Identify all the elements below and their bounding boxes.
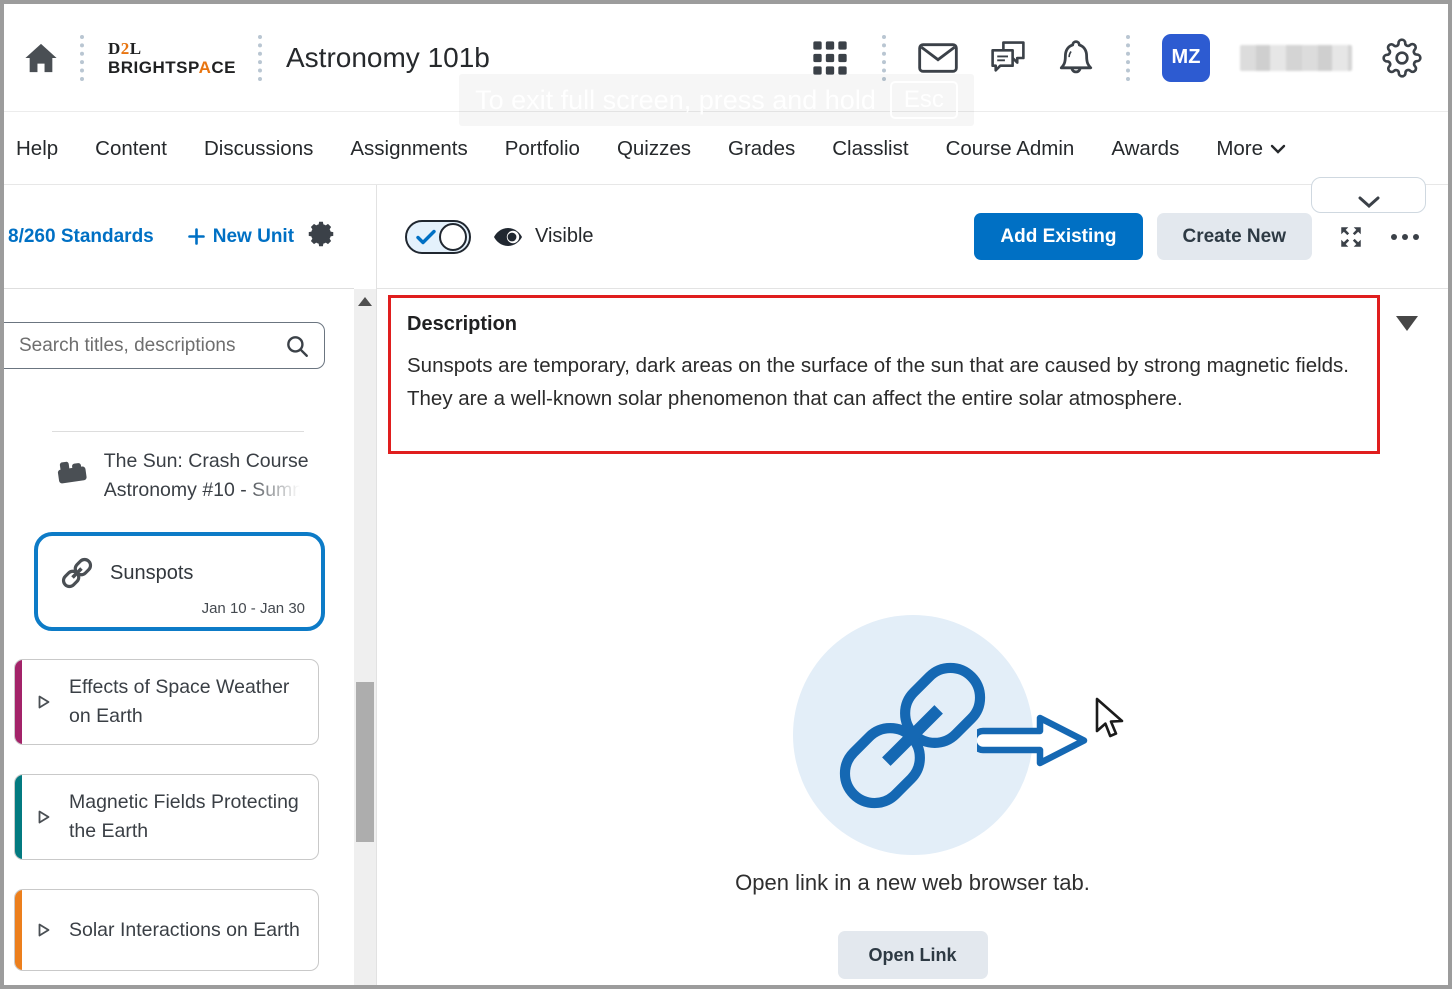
- sunspots-date-range: Jan 10 - Jan 30: [202, 600, 305, 617]
- content-toolbar: Visible Add Existing Create New: [377, 185, 1448, 289]
- chevron-down-icon: [1270, 144, 1286, 154]
- unit-card-effects-of-space-weather[interactable]: Effects of Space Weather on Earth: [14, 659, 319, 745]
- add-existing-button[interactable]: Add Existing: [974, 213, 1142, 260]
- units-sidebar: 8/260 Standards New Unit: [4, 185, 354, 985]
- header-divider: [80, 35, 84, 81]
- nav-course-admin[interactable]: Course Admin: [946, 137, 1075, 161]
- course-title: Astronomy 101b: [286, 42, 490, 74]
- toggle-knob[interactable]: [439, 223, 467, 251]
- header-divider: [1126, 35, 1130, 81]
- mouse-cursor: [1095, 697, 1129, 741]
- unit-title: Magnetic Fields Protecting the Earth: [69, 788, 308, 846]
- open-link-button[interactable]: Open Link: [838, 931, 988, 979]
- logo-l: L: [130, 39, 142, 58]
- chevron-down-icon: [1358, 196, 1380, 208]
- link-illustration: [377, 615, 1448, 855]
- esc-key-badge: Esc: [890, 81, 958, 119]
- unit-accent-bar: [15, 775, 22, 859]
- unit-accent-bar: [15, 660, 22, 744]
- eye-icon: [493, 227, 523, 247]
- plus-icon: [188, 228, 205, 245]
- unit-card-magnetic-fields[interactable]: Magnetic Fields Protecting the Earth: [14, 774, 319, 860]
- sidebar-item-sunspots-selected[interactable]: Sunspots Jan 10 - Jan 30: [34, 532, 325, 631]
- search-input[interactable]: [19, 335, 284, 357]
- nav-quizzes[interactable]: Quizzes: [617, 137, 691, 161]
- sidebar-gear-icon[interactable]: [306, 219, 336, 254]
- check-icon: [416, 229, 436, 245]
- scrollbar-thumb[interactable]: [356, 682, 374, 842]
- sunspots-title: Sunspots: [110, 562, 193, 585]
- header-divider: [258, 35, 262, 81]
- logo-ce: CE: [211, 58, 236, 77]
- unit-title: Effects of Space Weather on Earth: [69, 673, 308, 731]
- sidebar-header: 8/260 Standards New Unit: [4, 185, 354, 289]
- collapse-panel-button[interactable]: [1311, 177, 1426, 213]
- waffle-grid-icon[interactable]: [810, 38, 850, 78]
- logo-brightsp: BRIGHTSP: [108, 58, 199, 77]
- content-panel: Visible Add Existing Create New: [376, 185, 1448, 985]
- nav-help[interactable]: Help: [16, 137, 58, 161]
- unit-accent-bar: [15, 890, 22, 970]
- description-collapse-triangle[interactable]: [1396, 316, 1418, 331]
- scroll-up-arrow[interactable]: [358, 297, 372, 306]
- sidebar-search: [0, 322, 325, 369]
- sidebar-divider: [52, 431, 304, 432]
- unit-card-solar-interactions[interactable]: Solar Interactions on Earth: [14, 889, 319, 971]
- open-link-caption: Open link in a new web browser tab.: [377, 870, 1448, 896]
- logo-d: D: [108, 39, 121, 58]
- visibility-toggle[interactable]: [405, 220, 471, 254]
- more-options-icon[interactable]: [1390, 233, 1420, 241]
- fullscreen-expand-icon[interactable]: [1338, 224, 1364, 250]
- search-icon[interactable]: [284, 333, 310, 359]
- brightspace-logo[interactable]: D2L BRIGHTSPACE: [108, 40, 236, 76]
- nav-awards[interactable]: Awards: [1111, 137, 1179, 161]
- email-icon[interactable]: [918, 43, 958, 73]
- standards-link[interactable]: 8/260 Standards: [8, 226, 154, 248]
- nav-discussions[interactable]: Discussions: [204, 137, 313, 161]
- expand-triangle-icon[interactable]: [37, 809, 51, 825]
- link-icon: [58, 554, 96, 592]
- gear-icon[interactable]: [1382, 38, 1422, 78]
- toast-text: To exit full screen, press and hold: [475, 85, 876, 116]
- nav-assignments[interactable]: Assignments: [350, 137, 467, 161]
- avatar[interactable]: MZ: [1162, 34, 1210, 82]
- description-title: Description: [407, 313, 1361, 336]
- nav-classlist[interactable]: Classlist: [832, 137, 908, 161]
- lesson-item[interactable]: The Sun: Crash Course Astronomy #10 - Su…: [54, 447, 314, 505]
- chat-icon[interactable]: [988, 39, 1028, 77]
- description-body: Sunspots are temporary, dark areas on th…: [407, 349, 1361, 415]
- logo-2: 2: [121, 39, 130, 58]
- nav-content[interactable]: Content: [95, 137, 167, 161]
- notification-bell-icon[interactable]: [1058, 38, 1094, 78]
- expand-triangle-icon[interactable]: [37, 922, 51, 938]
- video-brick-icon: [52, 455, 92, 490]
- arrow-right-icon: [977, 710, 1092, 772]
- visible-label: Visible: [535, 225, 594, 248]
- user-name-redacted: [1240, 45, 1352, 71]
- expand-triangle-icon[interactable]: [37, 694, 51, 710]
- nav-more[interactable]: More: [1216, 137, 1286, 161]
- logo-a: A: [199, 58, 212, 77]
- home-icon[interactable]: [24, 42, 58, 74]
- fullscreen-exit-toast: To exit full screen, press and hold Esc: [459, 74, 974, 126]
- nav-grades[interactable]: Grades: [728, 137, 795, 161]
- lesson-title: The Sun: Crash Course Astronomy #10 - Su…: [104, 447, 314, 505]
- new-unit-button[interactable]: New Unit: [188, 226, 294, 248]
- unit-title: Solar Interactions on Earth: [69, 916, 300, 945]
- create-new-button[interactable]: Create New: [1157, 213, 1313, 260]
- sidebar-scrollbar[interactable]: [354, 289, 376, 985]
- app-window: D2L BRIGHTSPACE Astronomy 101b: [0, 0, 1452, 989]
- description-section-highlighted: Description Sunspots are temporary, dark…: [388, 295, 1380, 454]
- nav-portfolio[interactable]: Portfolio: [505, 137, 580, 161]
